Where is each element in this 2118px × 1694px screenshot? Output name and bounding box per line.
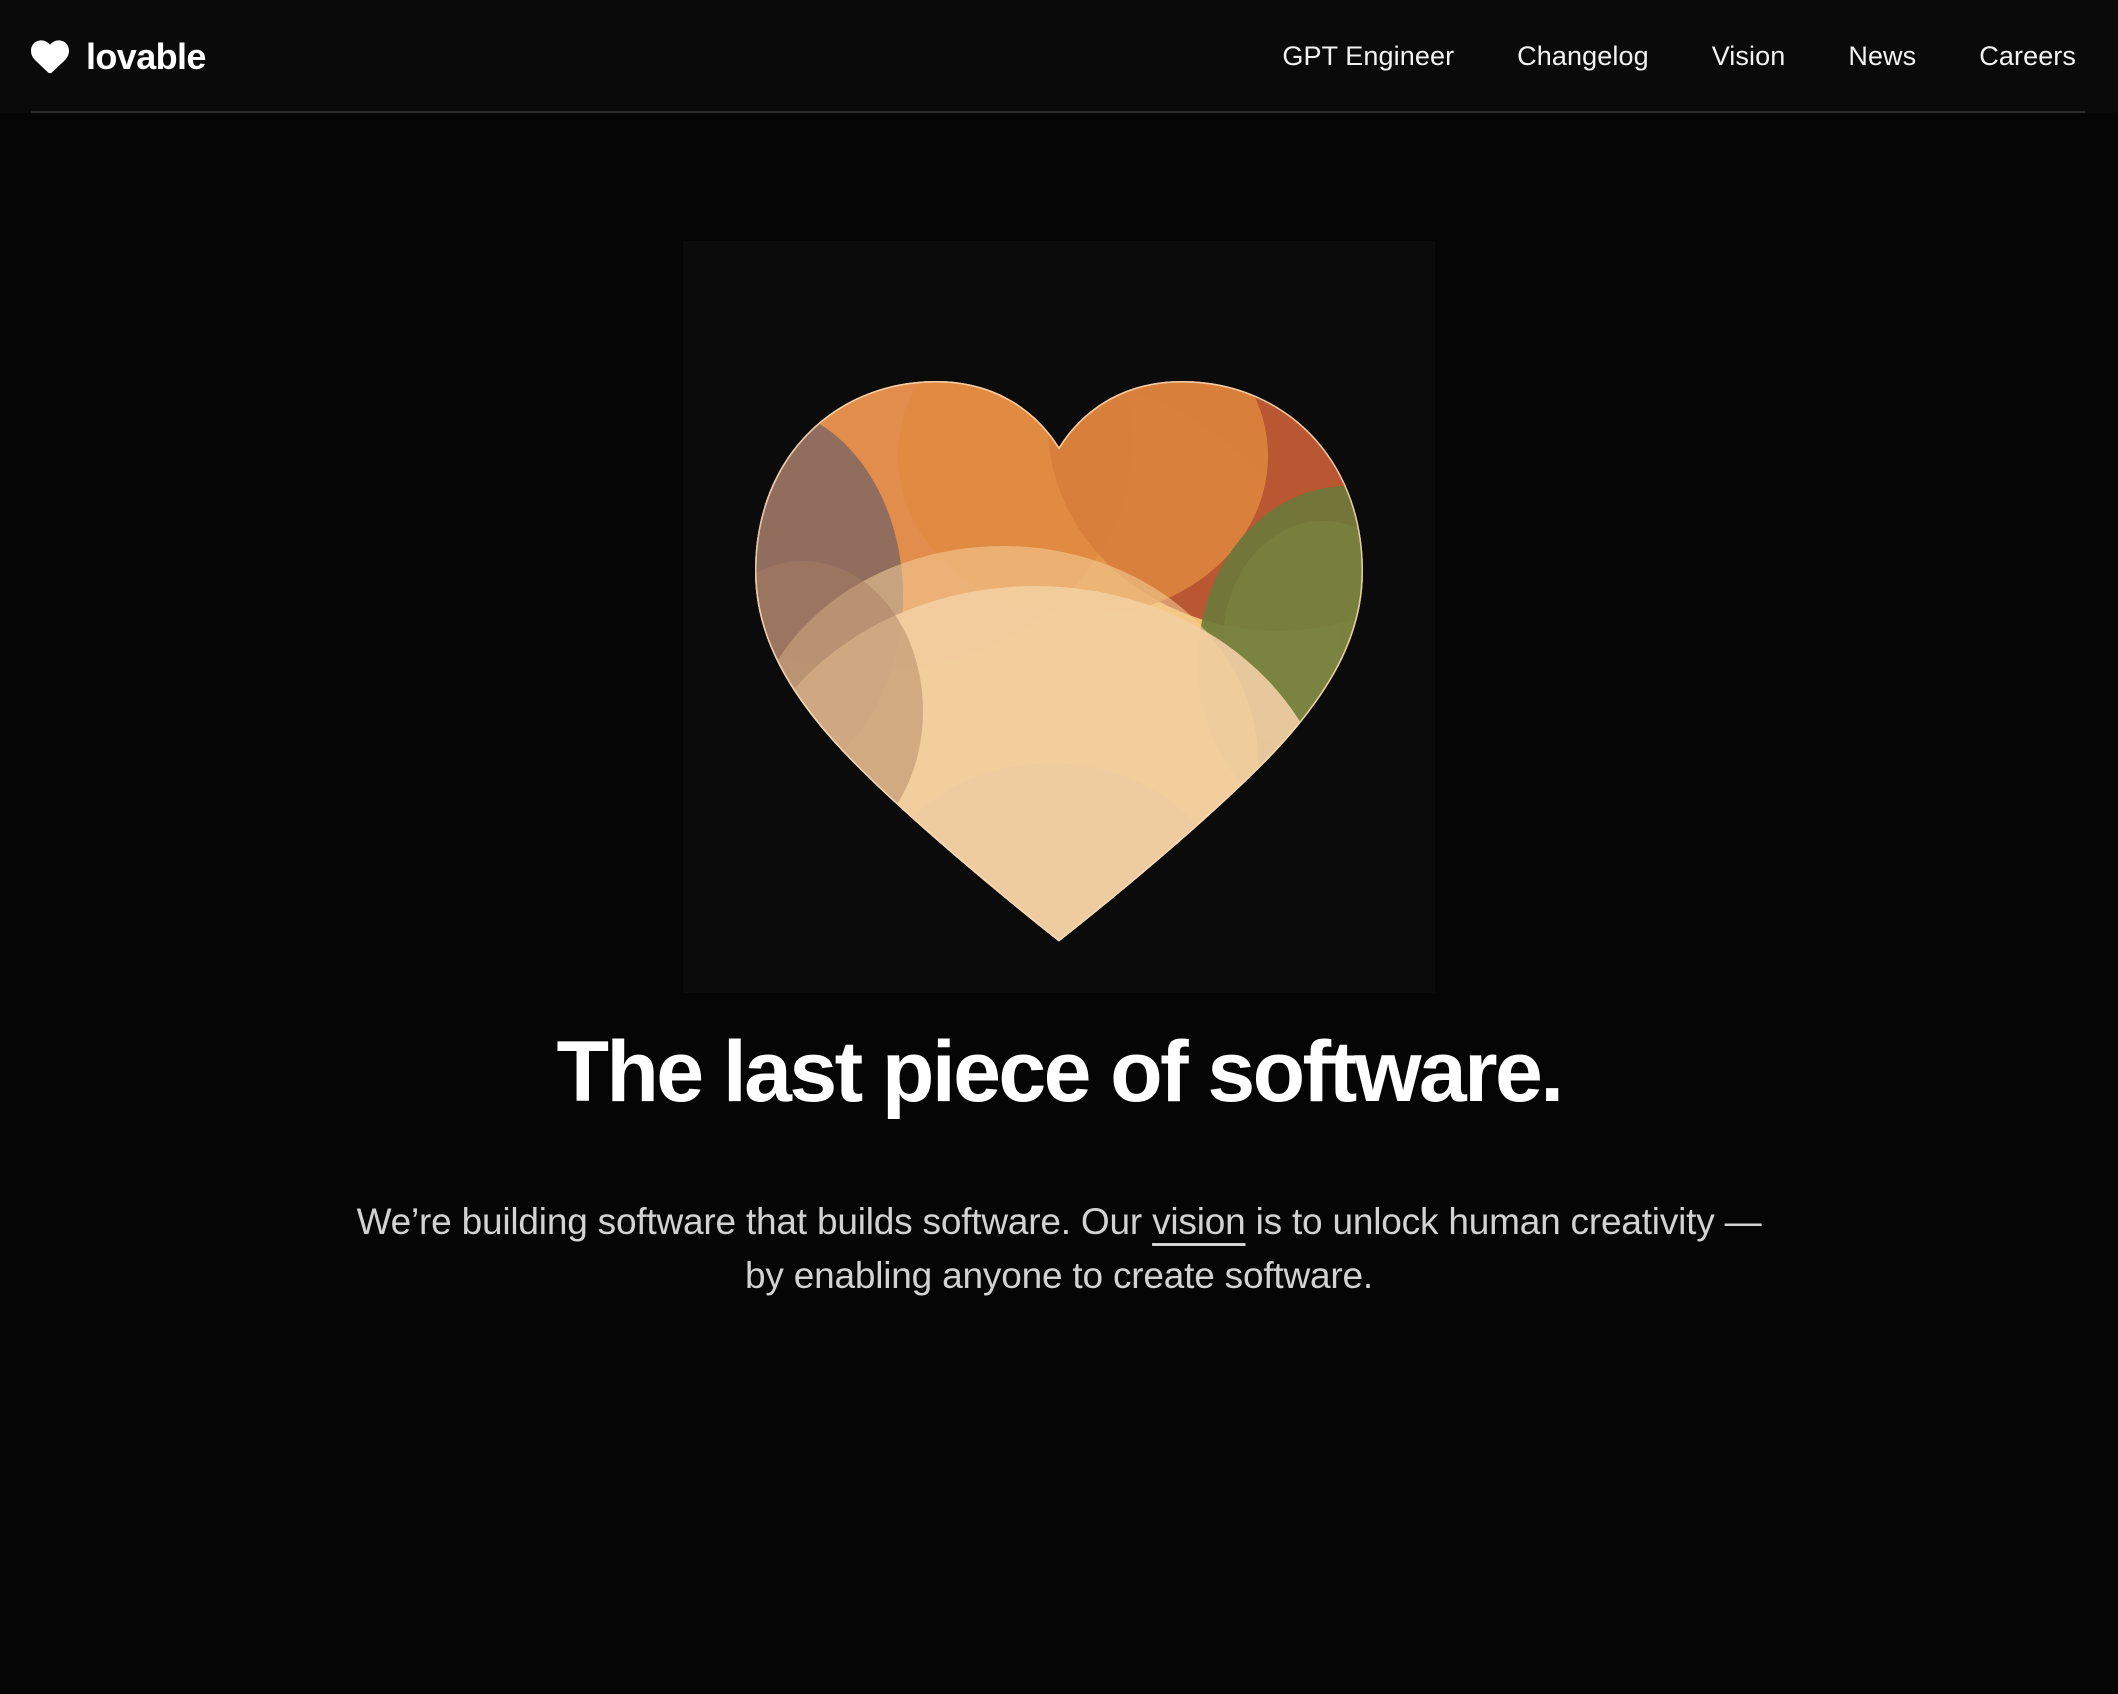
main-navigation: GPT Engineer Changelog Vision News Caree… [1282,43,2076,70]
site-header: lovable GPT Engineer Changelog Vision Ne… [0,0,2118,113]
hero-subtitle-part1: We’re building software that builds soft… [356,1200,1153,1242]
gradient-heart-illustration [683,241,1435,993]
hero-section: The last piece of software. We’re buildi… [0,113,2118,1303]
nav-item-gpt-engineer[interactable]: GPT Engineer [1282,43,1454,70]
page-title: The last piece of software. [556,1024,1564,1120]
brand-logo-link[interactable]: lovable [31,35,206,77]
vision-link[interactable]: vision [1152,1201,1246,1242]
nav-item-changelog[interactable]: Changelog [1517,43,1649,70]
nav-item-news[interactable]: News [1848,43,1916,70]
nav-item-vision[interactable]: Vision [1712,43,1786,70]
hero-subtitle: We’re building software that builds soft… [334,1195,1784,1302]
heart-icon [31,39,69,74]
nav-item-careers[interactable]: Careers [1979,43,2076,70]
brand-name: lovable [86,35,206,77]
